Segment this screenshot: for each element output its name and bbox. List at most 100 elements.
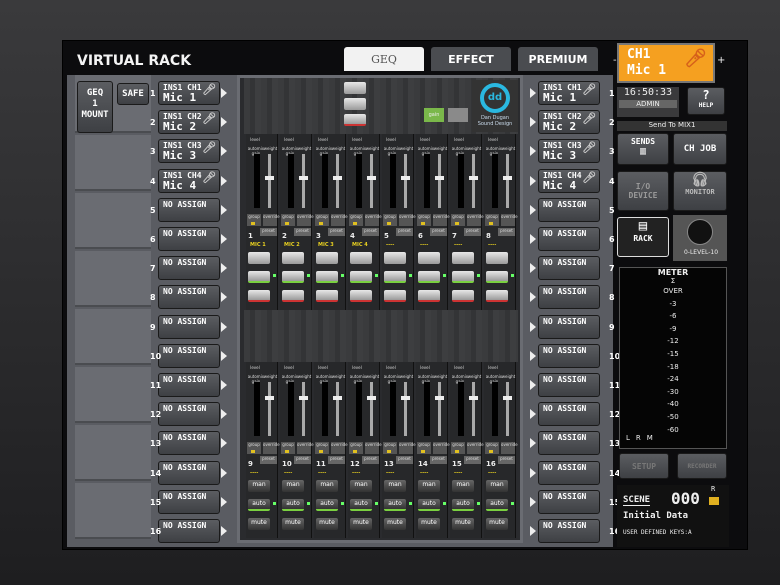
auto-button[interactable]: auto xyxy=(452,499,474,511)
override-button[interactable]: override xyxy=(297,442,314,454)
help-button[interactable]: ? HELP xyxy=(687,87,725,115)
tab-geq[interactable]: GEQ xyxy=(344,47,424,71)
weight-fader-handle[interactable] xyxy=(299,176,308,180)
weight-fader-handle[interactable] xyxy=(503,396,512,400)
preset-button[interactable]: preset xyxy=(328,456,345,464)
man-button[interactable] xyxy=(248,252,270,264)
man-button[interactable] xyxy=(452,252,474,264)
insert-input-button[interactable]: INS1 CH2 Mic 2 🎤︎ xyxy=(158,110,220,135)
override-button[interactable]: override xyxy=(501,442,518,454)
preset-button[interactable]: preset xyxy=(498,228,515,236)
auto-button[interactable] xyxy=(248,271,270,283)
auto-button[interactable] xyxy=(418,271,440,283)
override-button[interactable]: override xyxy=(433,214,450,226)
mute-button[interactable] xyxy=(384,290,406,302)
auto-button[interactable]: auto xyxy=(418,499,440,511)
weight-fader-track[interactable] xyxy=(404,382,407,436)
weight-fader-track[interactable] xyxy=(506,154,509,208)
mute-button[interactable] xyxy=(316,290,338,302)
insert-input-button[interactable]: NO ASSIGN xyxy=(538,256,600,281)
mute-button[interactable]: mute xyxy=(316,518,338,530)
insert-input-button[interactable]: NO ASSIGN xyxy=(158,489,220,514)
insert-input-button[interactable]: NO ASSIGN xyxy=(538,343,600,368)
mute-button[interactable]: mute xyxy=(282,518,304,530)
weight-fader-handle[interactable] xyxy=(333,396,342,400)
auto-button[interactable]: auto xyxy=(316,499,338,511)
channel-next-button[interactable]: + xyxy=(717,55,725,66)
insert-input-button[interactable]: NO ASSIGN xyxy=(158,227,220,251)
override-button[interactable]: override xyxy=(263,442,280,454)
override-button[interactable]: override xyxy=(399,442,416,454)
rack-button[interactable]: ▤ RACK xyxy=(617,217,669,257)
selected-channel-button[interactable]: CH1 Mic 1 🎤︎ xyxy=(617,43,715,83)
insert-input-button[interactable]: NO ASSIGN xyxy=(538,373,600,397)
man-button[interactable] xyxy=(282,252,304,264)
weight-fader-track[interactable] xyxy=(438,382,441,436)
weight-fader-handle[interactable] xyxy=(469,176,478,180)
auto-button[interactable] xyxy=(384,271,406,283)
mute-button[interactable] xyxy=(418,290,440,302)
channel-prev-button[interactable]: - xyxy=(613,55,617,66)
weight-fader-handle[interactable] xyxy=(333,176,342,180)
weight-fader-track[interactable] xyxy=(472,382,475,436)
insert-input-button[interactable]: NO ASSIGN xyxy=(158,431,220,456)
insert-input-button[interactable]: NO ASSIGN xyxy=(158,197,220,222)
weight-fader-track[interactable] xyxy=(506,382,509,436)
override-button[interactable]: override xyxy=(467,214,484,226)
override-button[interactable]: override xyxy=(365,442,382,454)
monitor-button[interactable]: 🎧︎ MONITOR xyxy=(673,171,727,211)
mute-button[interactable]: mute xyxy=(418,518,440,530)
weight-fader-handle[interactable] xyxy=(265,396,274,400)
preset-button[interactable]: preset xyxy=(362,456,379,464)
man-button[interactable]: man xyxy=(282,480,304,492)
weight-fader-handle[interactable] xyxy=(435,396,444,400)
safe-button[interactable]: SAFE xyxy=(117,83,149,105)
mute-button[interactable] xyxy=(248,290,270,302)
insert-input-button[interactable]: INS1 CH3 Mic 3 🎤︎ xyxy=(538,139,600,164)
insert-input-button[interactable]: NO ASSIGN xyxy=(538,227,600,251)
rack-slot-3[interactable] xyxy=(75,193,151,249)
insert-input-button[interactable]: NO ASSIGN xyxy=(538,519,600,543)
insert-input-button[interactable]: NO ASSIGN xyxy=(158,343,220,368)
man-button[interactable]: man xyxy=(384,480,406,492)
auto-button[interactable] xyxy=(282,271,304,283)
preset-button[interactable]: preset xyxy=(260,228,277,236)
scene-display[interactable]: SCENE 000 R Initial Data USER DEFINED KE… xyxy=(617,485,729,547)
weight-fader-track[interactable] xyxy=(472,154,475,208)
rack-slot-8[interactable] xyxy=(75,483,151,539)
insert-input-button[interactable]: NO ASSIGN xyxy=(538,314,600,339)
insert-input-button[interactable]: NO ASSIGN xyxy=(538,285,600,310)
insert-input-button[interactable]: NO ASSIGN xyxy=(158,256,220,281)
weight-fader-handle[interactable] xyxy=(435,176,444,180)
man-button[interactable]: man xyxy=(350,480,372,492)
man-button[interactable] xyxy=(418,252,440,264)
man-button[interactable] xyxy=(316,252,338,264)
rack-slot-4[interactable] xyxy=(75,251,151,307)
insert-input-button[interactable]: NO ASSIGN xyxy=(538,402,600,427)
preset-button[interactable]: preset xyxy=(498,456,515,464)
preset-button[interactable]: preset xyxy=(430,456,447,464)
man-button[interactable]: man xyxy=(486,480,508,492)
auto-button[interactable]: auto xyxy=(350,499,372,511)
man-button[interactable]: man xyxy=(418,480,440,492)
io-device-button[interactable]: I/O DEVICE xyxy=(617,171,669,211)
mute-button[interactable] xyxy=(350,290,372,302)
auto-button[interactable] xyxy=(350,271,372,283)
auto-button[interactable]: auto xyxy=(486,499,508,511)
auto-button[interactable] xyxy=(452,271,474,283)
tab-effect[interactable]: EFFECT xyxy=(431,47,511,71)
insert-input-button[interactable]: INS1 CH4 Mic 4 🎤︎ xyxy=(538,168,600,193)
mute-button[interactable]: mute xyxy=(486,518,508,530)
sends-button[interactable]: SENDS ▥ xyxy=(617,133,669,165)
preset-button[interactable]: preset xyxy=(396,228,413,236)
meter-panel[interactable]: METER Σ OVER -3 -6 -9 -12 -15 -18 -24 -30 -40 -50-… xyxy=(619,267,727,449)
preset-button[interactable]: preset xyxy=(464,456,481,464)
man-button[interactable]: man xyxy=(248,480,270,492)
override-button[interactable]: override xyxy=(433,442,450,454)
auto-button[interactable]: auto xyxy=(248,499,270,511)
mute-button[interactable]: mute xyxy=(452,518,474,530)
weight-fader-handle[interactable] xyxy=(367,396,376,400)
rack-slot-6[interactable] xyxy=(75,367,151,423)
override-button[interactable]: override xyxy=(501,214,518,226)
weight-fader-track[interactable] xyxy=(302,382,305,436)
